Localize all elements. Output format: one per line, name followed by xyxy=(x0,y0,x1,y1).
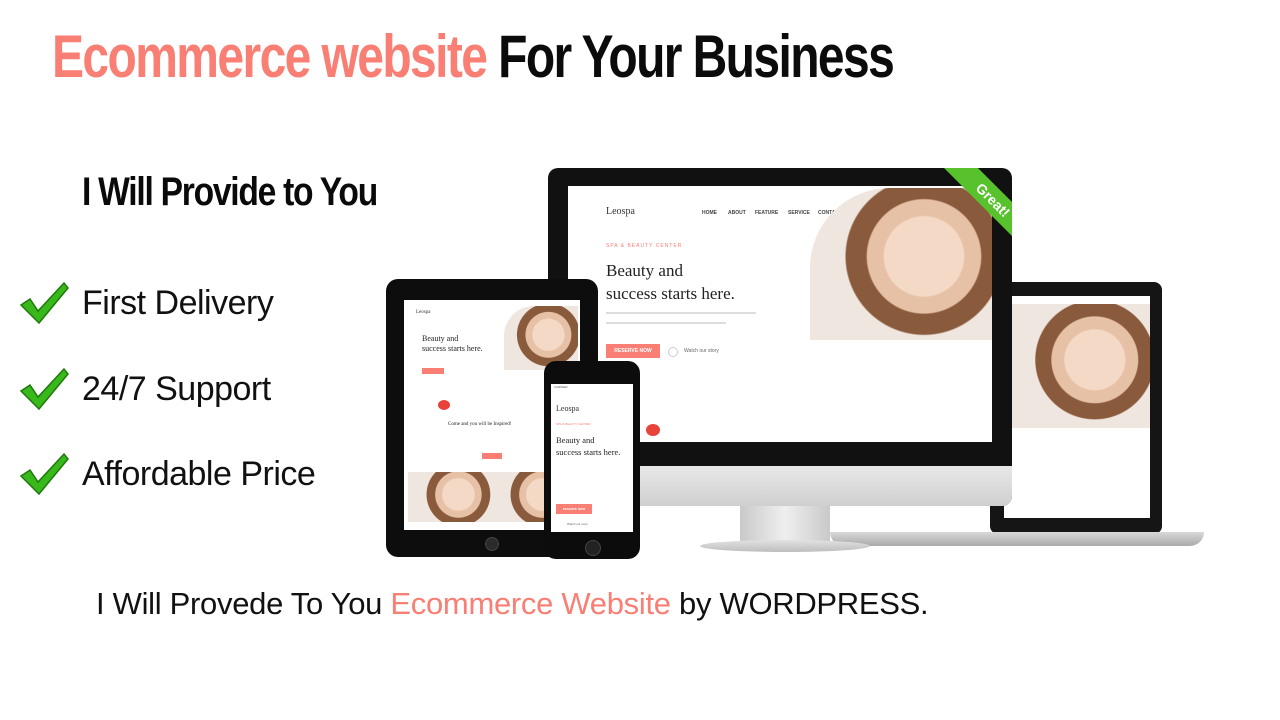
nav-home: HOME xyxy=(702,210,717,216)
body-text-line xyxy=(606,312,756,314)
play-icon[interactable] xyxy=(668,347,678,357)
eyebrow: SPA & BEAUTY CENTER xyxy=(606,243,683,249)
feature-label: First Delivery xyxy=(82,283,274,322)
laptop-screen xyxy=(1004,296,1150,518)
hero-photo xyxy=(1012,304,1150,428)
monitor-base xyxy=(700,540,870,552)
subheading: I Will Provide to You xyxy=(82,170,378,214)
feature-label: Affordable Price xyxy=(82,454,316,493)
nav-service: SERVICE xyxy=(788,210,810,216)
headline-rest: For Your Business xyxy=(498,23,895,90)
headline: Ecommerce website For Your Business xyxy=(52,14,895,100)
ribbon-text: Great! xyxy=(938,168,1012,255)
feature-label: 24/7 Support xyxy=(82,369,271,408)
hero-line-1: Beauty and xyxy=(422,334,459,343)
watch-story-link[interactable]: Watch our story xyxy=(684,348,719,354)
reserve-button[interactable]: RESERVE NOW xyxy=(606,344,660,358)
section-title: Come and you will be Inspired! xyxy=(448,422,512,427)
hero-line-2: success starts here. xyxy=(556,447,621,457)
phone-carrier: CARRIER xyxy=(554,385,568,389)
feature-item: First Delivery xyxy=(18,277,274,329)
watch-story-link[interactable]: Watch our story xyxy=(567,522,588,526)
tagline-accent: Ecommerce Website xyxy=(390,586,671,621)
hero-title: Beauty and success starts here. xyxy=(422,334,483,354)
phone-screen: CARRIER Leospa SPA & BEAUTY CENTER Beaut… xyxy=(551,384,633,532)
ribbon-badge: Great! xyxy=(920,168,1012,260)
laptop-base xyxy=(830,532,1204,546)
monitor-stand xyxy=(740,506,830,544)
flower-decoration xyxy=(646,424,660,436)
feature-item: Affordable Price xyxy=(18,448,316,500)
check-icon xyxy=(19,281,69,325)
nav-feature: FEATURE xyxy=(755,210,779,216)
nav-about: ABOUT xyxy=(728,210,746,216)
headline-accent: Ecommerce website xyxy=(52,23,488,90)
hero-title: Beauty and success starts here. xyxy=(556,434,620,458)
hero-line-1: Beauty and xyxy=(556,435,595,445)
hero-title: Beauty and success starts here. xyxy=(606,259,735,305)
eyebrow: SPA & BEAUTY CENTER xyxy=(556,422,591,426)
check-icon xyxy=(19,367,69,411)
brand-logo: Leospa xyxy=(416,310,431,315)
hero-line-2: success starts here. xyxy=(606,284,735,303)
hero-line-1: Beauty and xyxy=(606,261,683,280)
section-button[interactable] xyxy=(482,453,502,459)
hero-line-2: success starts here. xyxy=(422,344,483,353)
tagline-end: by WORDPRESS. xyxy=(670,586,929,621)
flower-decoration xyxy=(438,400,450,410)
phone-home-button xyxy=(585,540,601,556)
check-icon xyxy=(19,452,69,496)
brand-logo: Leospa xyxy=(606,206,635,217)
tagline-start: I Will Provede To You xyxy=(96,586,391,621)
feature-item: 24/7 Support xyxy=(18,363,271,415)
brand-logo: Leospa xyxy=(556,404,580,413)
reserve-button[interactable]: RESERVE NOW xyxy=(556,504,592,514)
tablet-home-button xyxy=(485,537,499,551)
body-text-line xyxy=(606,322,726,324)
reserve-button[interactable] xyxy=(422,368,444,374)
bottom-tagline: I Will Provede To You Ecommerce Website … xyxy=(96,586,929,622)
gallery-photo xyxy=(408,472,492,522)
